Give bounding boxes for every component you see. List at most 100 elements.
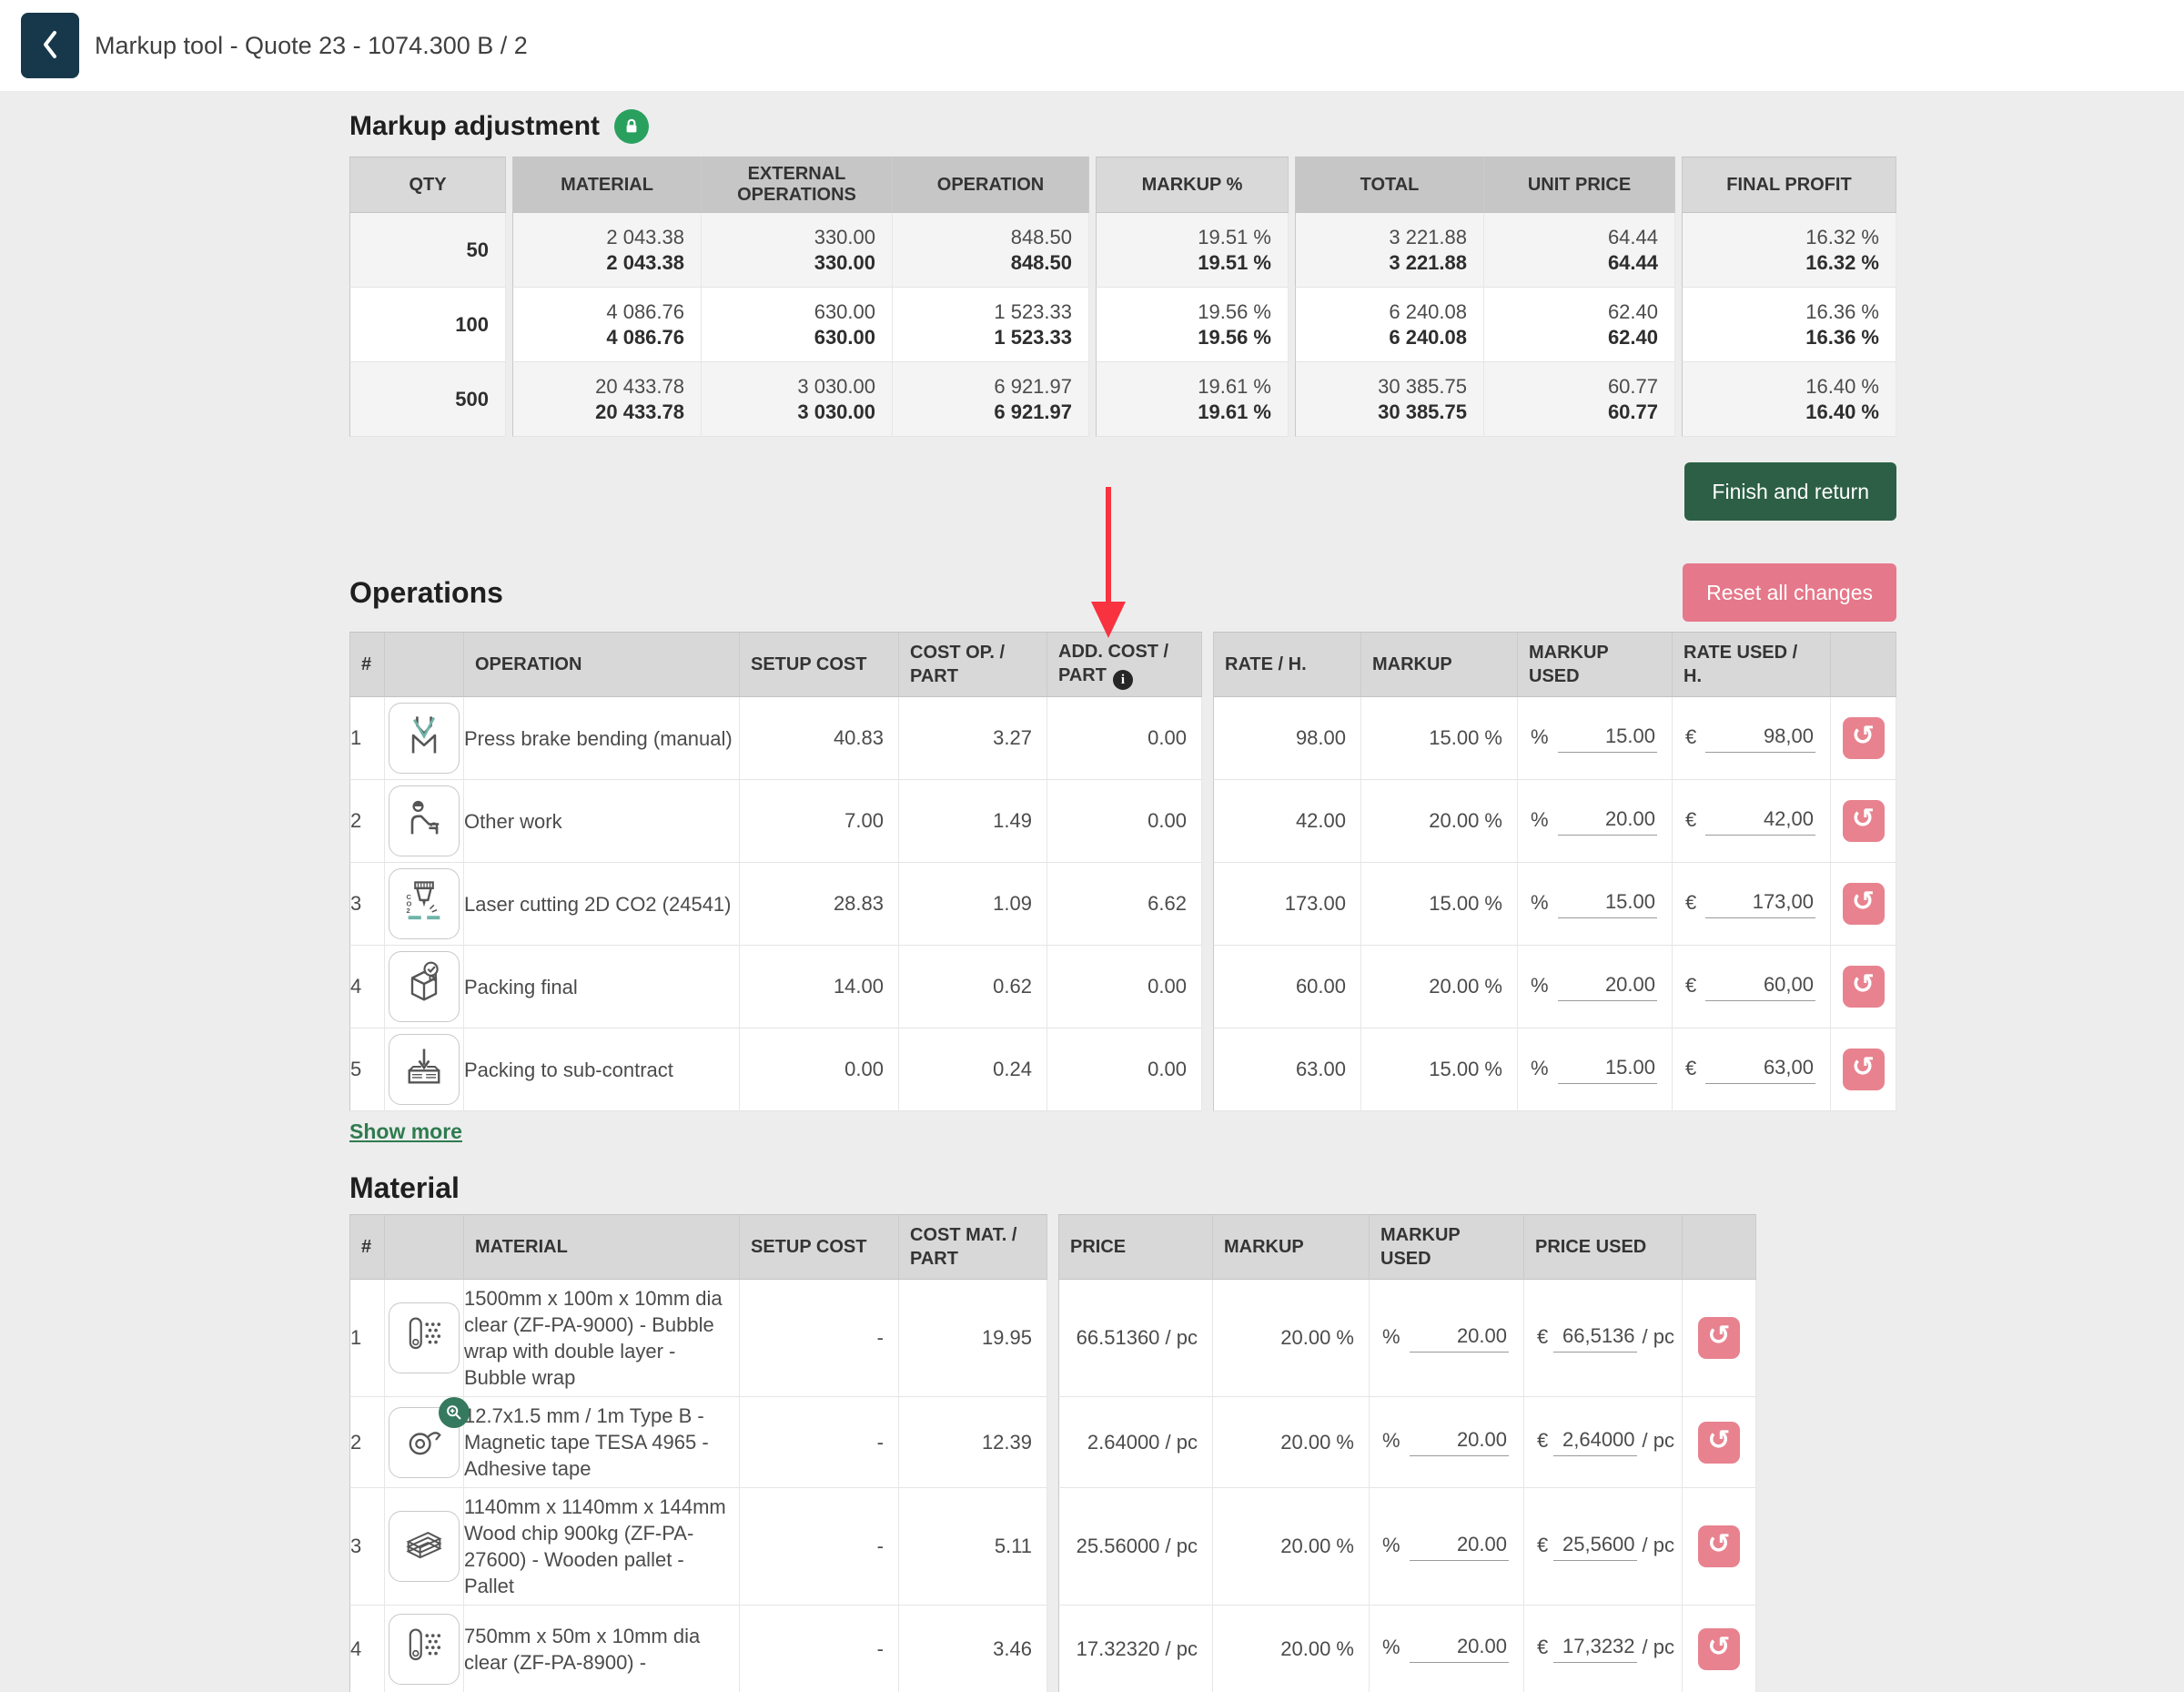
rate-used-input[interactable] xyxy=(1705,807,1815,836)
rate-used-input[interactable] xyxy=(1705,973,1815,1001)
material-thumbnail-button[interactable] xyxy=(389,1407,460,1478)
price-used-input[interactable] xyxy=(1553,1324,1636,1353)
adjustment-row-50: 50 2 043.382 043.38 330.00330.00 848.508… xyxy=(349,213,1896,288)
markup-used-input[interactable] xyxy=(1558,724,1657,753)
rate-used-input[interactable] xyxy=(1705,890,1815,918)
col-rate-used-h: RATE USED / H. xyxy=(1673,632,1831,697)
reset-row-button[interactable]: ↺ xyxy=(1843,1049,1885,1090)
operation-row: 2 Other work 7.00 1.49 0.00 42.00 20.00 … xyxy=(349,780,1896,863)
price-used-input[interactable] xyxy=(1553,1428,1636,1456)
wooden-pallet-icon xyxy=(400,1520,448,1573)
material-thumbnail-button[interactable] xyxy=(389,1302,460,1373)
operation-row: 1 Press brake bending (manual) 40.83 3.2… xyxy=(349,697,1896,780)
col-markup-used: MARKUP USED xyxy=(1370,1214,1524,1280)
markup-adjustment-table: QTY MATERIAL EXTERNAL OPERATIONS OPERATI… xyxy=(349,157,1896,437)
adjustment-row-100: 100 4 086.764 086.76 630.00630.00 1 523.… xyxy=(349,288,1896,362)
finish-and-return-button[interactable]: Finish and return xyxy=(1684,462,1896,521)
material-thumbnail-button[interactable] xyxy=(389,1511,460,1582)
material-row: 3 1140mm x 1140mm x 144mm Wood chip 900k… xyxy=(349,1488,1896,1606)
back-button[interactable] xyxy=(21,13,79,78)
rate-used-input[interactable] xyxy=(1705,724,1815,753)
undo-icon: ↺ xyxy=(1707,1531,1730,1558)
col-cost-op-part: COST OP. / PART xyxy=(899,632,1047,697)
lock-icon xyxy=(614,109,649,144)
markup-used-input[interactable] xyxy=(1410,1635,1509,1663)
operation-thumbnail-button[interactable] xyxy=(389,951,460,1022)
page-title: Markup tool - Quote 23 - 1074.300 B / 2 xyxy=(95,0,528,91)
undo-icon: ↺ xyxy=(1707,1322,1730,1350)
operation-thumbnail-button[interactable] xyxy=(389,1034,460,1105)
svg-text:2: 2 xyxy=(407,907,410,915)
col-num: # xyxy=(349,1214,385,1280)
markup-used-input[interactable] xyxy=(1558,1056,1657,1084)
reset-row-button[interactable]: ↺ xyxy=(1698,1317,1740,1359)
qty-value: 500 xyxy=(349,362,506,437)
undo-icon: ↺ xyxy=(1707,1634,1730,1661)
col-setup-cost: SETUP COST xyxy=(740,1214,899,1280)
material-thumbnail-button[interactable] xyxy=(389,1614,460,1685)
col-external: EXTERNAL OPERATIONS xyxy=(702,157,893,213)
col-markup: MARKUP xyxy=(1361,632,1518,697)
adhesive-tape-icon xyxy=(400,1416,448,1469)
operation-row: 4 Packing final 14.00 0.62 0.00 60.00 20… xyxy=(349,946,1896,1028)
col-operation: OPERATION xyxy=(464,632,740,697)
col-markup-used: MARKUP USED xyxy=(1518,632,1673,697)
rate-used-input[interactable] xyxy=(1705,1056,1815,1084)
col-qty: QTY xyxy=(349,157,506,213)
undo-icon: ↺ xyxy=(1852,805,1875,833)
material-row: 1 1500mm x 100m x 10mm dia clear (ZF-PA-… xyxy=(349,1280,1896,1397)
reset-row-button[interactable]: ↺ xyxy=(1698,1628,1740,1670)
col-icon xyxy=(385,1214,464,1280)
col-price-used: PRICE USED xyxy=(1524,1214,1683,1280)
operation-thumbnail-button[interactable]: CO2 xyxy=(389,868,460,939)
material-table: # MATERIAL SETUP COST COST MAT. / PART P… xyxy=(349,1214,1896,1692)
col-num: # xyxy=(349,632,385,697)
top-bar: Markup tool - Quote 23 - 1074.300 B / 2 xyxy=(0,0,2184,91)
undo-icon: ↺ xyxy=(1852,888,1875,916)
col-rate-h: RATE / H. xyxy=(1213,632,1361,697)
operation-row: 5 Packing to sub-contract 0.00 0.24 0.00… xyxy=(349,1028,1896,1111)
bubble-wrap-icon xyxy=(400,1623,448,1676)
reset-row-button[interactable]: ↺ xyxy=(1698,1525,1740,1567)
reset-row-button[interactable]: ↺ xyxy=(1843,717,1885,759)
col-total: TOTAL xyxy=(1295,157,1484,213)
reset-row-button[interactable]: ↺ xyxy=(1698,1422,1740,1464)
laser-cutting-icon: CO2 xyxy=(400,877,448,930)
zoom-in-badge-icon xyxy=(439,1397,470,1428)
operations-heading: Operations xyxy=(349,576,503,610)
markup-used-input[interactable] xyxy=(1558,807,1657,836)
operations-table: # OPERATION SETUP COST COST OP. / PART A… xyxy=(349,632,1896,1111)
undo-icon: ↺ xyxy=(1852,723,1875,750)
qty-value: 100 xyxy=(349,288,506,362)
col-material: MATERIAL xyxy=(512,157,702,213)
other-work-icon xyxy=(400,795,448,847)
back-chevron-icon xyxy=(38,27,62,65)
operation-thumbnail-button[interactable] xyxy=(389,703,460,774)
packing-final-icon xyxy=(400,960,448,1013)
material-row: 4 750mm x 50m x 10mm dia clear (ZF-PA-89… xyxy=(349,1606,1896,1692)
col-markup: MARKUP xyxy=(1213,1214,1370,1280)
reset-row-button[interactable]: ↺ xyxy=(1843,800,1885,842)
col-operation: OPERATION xyxy=(893,157,1089,213)
reset-row-button[interactable]: ↺ xyxy=(1843,966,1885,1008)
undo-icon: ↺ xyxy=(1852,971,1875,998)
bubble-wrap-icon xyxy=(400,1312,448,1364)
markup-used-input[interactable] xyxy=(1558,973,1657,1001)
col-material: MATERIAL xyxy=(464,1214,740,1280)
qty-value: 50 xyxy=(349,213,506,288)
markup-used-input[interactable] xyxy=(1558,890,1657,918)
reset-all-changes-button[interactable]: Reset all changes xyxy=(1683,563,1896,622)
operation-thumbnail-button[interactable] xyxy=(389,785,460,856)
col-cost-mat-part: COST MAT. / PART xyxy=(899,1214,1047,1280)
info-icon[interactable]: i xyxy=(1113,670,1133,690)
show-more-link[interactable]: Show more xyxy=(349,1120,462,1144)
reset-row-button[interactable]: ↺ xyxy=(1843,883,1885,925)
packing-to-sub-contract-icon xyxy=(400,1043,448,1096)
markup-used-input[interactable] xyxy=(1410,1428,1509,1456)
markup-used-input[interactable] xyxy=(1410,1324,1509,1353)
col-icon xyxy=(385,632,464,697)
price-used-input[interactable] xyxy=(1553,1635,1636,1663)
col-actions xyxy=(1831,632,1896,697)
markup-adjustment-heading: Markup adjustment xyxy=(349,111,600,142)
col-unit-price: UNIT PRICE xyxy=(1484,157,1675,213)
